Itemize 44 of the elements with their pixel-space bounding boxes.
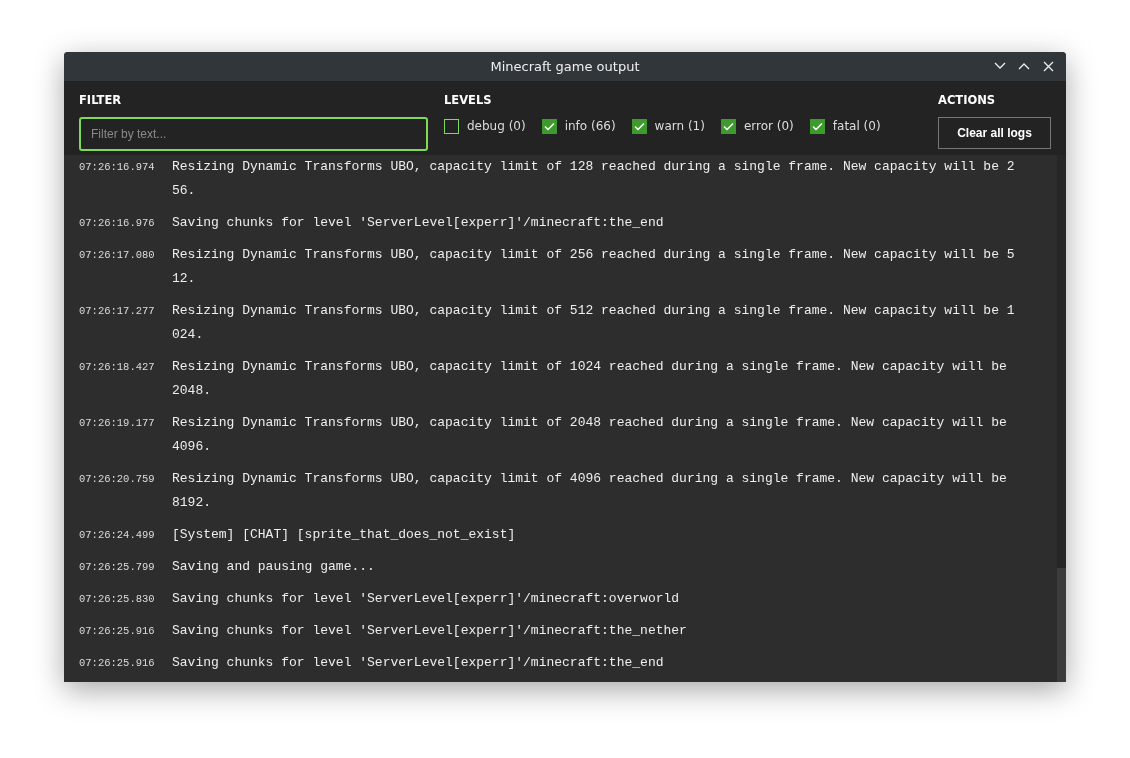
- checkbox[interactable]: [444, 118, 459, 134]
- checkbox-label[interactable]: error (0): [743, 117, 794, 136]
- log-message: Saving chunks for level 'ServerLevel[experr]'/minecraft:overworld: [172, 590, 681, 608]
- timestamp: 07:26:17.080: [78, 248, 156, 263]
- timestamp: 07:26:17.277: [78, 304, 156, 319]
- scrollbar[interactable]: [1057, 155, 1066, 682]
- timestamp: 07:26:25.799: [78, 560, 156, 575]
- log-message: Resizing Dynamic Transforms UBO, capacity limit of 128 reached during a single frame. New capacity will be 256.: [172, 158, 1016, 200]
- timestamp: 07:26:16.974: [78, 160, 156, 175]
- scrollbar-thumb[interactable]: [1057, 568, 1066, 682]
- section-heading: FILTER: [79, 92, 123, 109]
- timestamp: 07:26:25.916: [78, 656, 156, 671]
- chevron-up-icon[interactable]: [1018, 62, 1030, 70]
- log-message: Saving chunks for level 'ServerLevel[experr]'/minecraft:the_end: [172, 214, 665, 232]
- section-heading: ACTIONS: [938, 92, 997, 109]
- log-message: Resizing Dynamic Transforms UBO, capacity limit of 4096 reached during a single frame. New capacity will be 8192.: [172, 470, 1008, 512]
- timestamp: 07:26:24.499: [78, 528, 156, 543]
- clear-button[interactable]: Clear all logs: [938, 117, 1051, 150]
- timestamp: 07:26:19.177: [78, 416, 156, 431]
- timestamp: 07:26:18.427: [78, 360, 156, 375]
- log-message: Resizing Dynamic Transforms UBO, capacity limit of 256 reached during a single frame. New capacity will be 512.: [172, 246, 1016, 288]
- checkbox-label[interactable]: info (66): [564, 117, 616, 136]
- log-message: Saving chunks for level 'ServerLevel[experr]'/minecraft:the_nether: [172, 622, 688, 640]
- timestamp: 07:26:16.976: [78, 216, 156, 231]
- timestamp: 07:26:25.830: [78, 592, 156, 607]
- log-message: Saving and pausing game...: [172, 558, 376, 576]
- checkbox-label[interactable]: warn (1): [654, 117, 705, 136]
- log-message: Resizing Dynamic Transforms UBO, capacity limit of 1024 reached during a single frame. New capacity will be 2048.: [172, 358, 1008, 400]
- chevron-down-icon[interactable]: [994, 62, 1006, 70]
- timestamp: 07:26:25.916: [78, 624, 156, 639]
- log-message: Saving chunks for level 'ServerLevel[experr]'/minecraft:the_end: [172, 654, 665, 672]
- timestamp: 07:26:20.759: [78, 472, 156, 487]
- window-title: Minecraft game output: [490, 57, 640, 76]
- checkbox[interactable]: [541, 118, 557, 134]
- checkbox[interactable]: [631, 118, 647, 134]
- log-message: Resizing Dynamic Transforms UBO, capacity limit of 512 reached during a single frame. New capacity will be 1024.: [172, 302, 1016, 344]
- section-heading: LEVELS: [444, 92, 493, 109]
- checkbox-label[interactable]: fatal (0): [832, 117, 881, 136]
- log-message: Resizing Dynamic Transforms UBO, capacity limit of 2048 reached during a single frame. New capacity will be 4096.: [172, 414, 1008, 456]
- checkbox-label[interactable]: debug (0): [467, 117, 526, 136]
- filter-field[interactable]: Filter by text...: [79, 117, 428, 152]
- checkbox[interactable]: [809, 118, 825, 134]
- log-message: [System] [CHAT] [sprite_that_does_not_exist]: [172, 526, 517, 544]
- checkbox[interactable]: [720, 118, 736, 134]
